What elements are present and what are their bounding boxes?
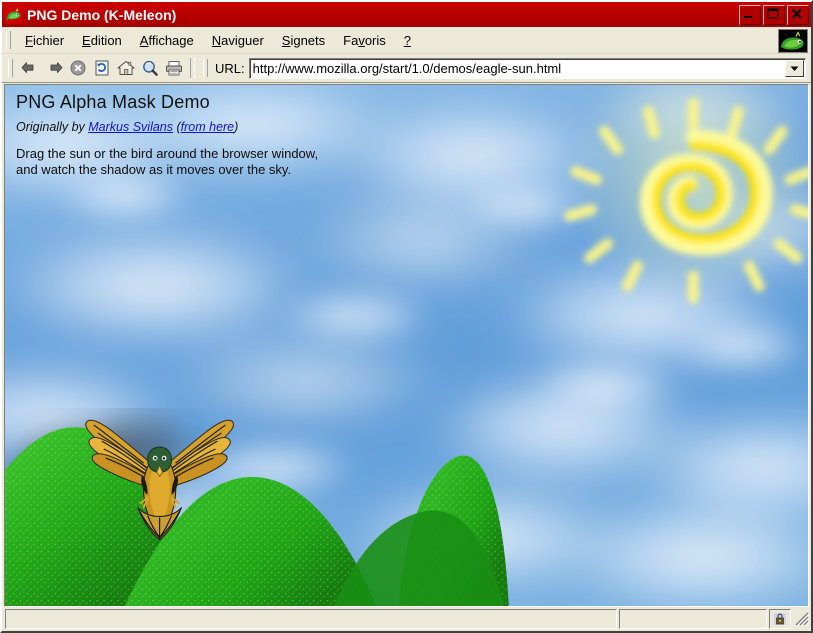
page-text-block: PNG Alpha Mask Demo Originally by Markus… [16,92,318,179]
toolbar-separator [190,58,195,78]
credit-open-paren: ( [173,119,181,134]
credit-close-paren: ) [234,119,239,134]
urlbar-drag-grip[interactable] [203,59,208,77]
kmeleon-logo-icon[interactable] [778,29,808,53]
menu-fichier[interactable]: Fichier [16,30,73,51]
status-bar [2,607,811,631]
status-secondary [619,609,767,629]
minimize-button[interactable] [739,4,761,25]
home-button[interactable] [114,57,138,80]
window-controls [739,4,809,25]
window-title: PNG Demo (K-Meleon) [27,6,177,23]
forward-button[interactable] [42,57,66,80]
back-button[interactable] [18,57,42,80]
author-link[interactable]: Markus Svilans [88,120,173,134]
kmeleon-lizard-icon [5,5,23,24]
page-body: Drag the sun or the bird around the brow… [16,146,318,179]
maximize-button[interactable] [763,4,785,25]
page-body-line2: and watch the shadow as it moves over th… [16,162,292,178]
close-button[interactable] [787,4,809,25]
page-title: PNG Alpha Mask Demo [16,92,210,112]
url-label: URL: [215,60,245,76]
navigation-toolbar: URL: [2,54,811,83]
stop-button[interactable] [66,57,90,80]
menu-favoris[interactable]: Favoris [334,30,395,51]
url-input[interactable] [249,58,785,78]
resize-grip-icon[interactable] [793,609,810,629]
menubar-drag-grip[interactable] [6,31,11,49]
page-body-line1: Drag the sun or the bird around the brow… [16,145,319,161]
chevron-down-icon[interactable] [785,59,804,77]
status-message [5,609,617,629]
title-bar: PNG Demo (K-Meleon) [2,2,811,27]
menu-help[interactable]: ? [395,30,420,51]
menu-bar: Fichier Edition Affichage Naviguer Signe… [2,27,811,54]
credit-prefix: Originally by [16,119,89,134]
print-button[interactable] [162,57,186,80]
browser-window: PNG Demo (K-Meleon) Fichier Edition Affi… [0,0,813,633]
web-page: PNG Alpha Mask Demo Originally by Markus… [5,85,808,606]
search-button[interactable] [138,57,162,80]
menu-signets[interactable]: Signets [273,30,334,51]
menu-edition[interactable]: Edition [73,30,131,51]
source-link[interactable]: from here [181,120,235,134]
reload-button[interactable] [90,57,114,80]
security-lock-icon[interactable] [769,609,791,629]
menu-affichage[interactable]: Affichage [131,30,203,51]
browser-content-frame: PNG Alpha Mask Demo Originally by Markus… [4,84,809,607]
toolbar-drag-grip[interactable] [8,59,13,77]
url-bar[interactable] [248,57,806,79]
page-credit: Originally by Markus Svilans (from here) [16,120,318,134]
menu-naviguer[interactable]: Naviguer [203,30,273,51]
